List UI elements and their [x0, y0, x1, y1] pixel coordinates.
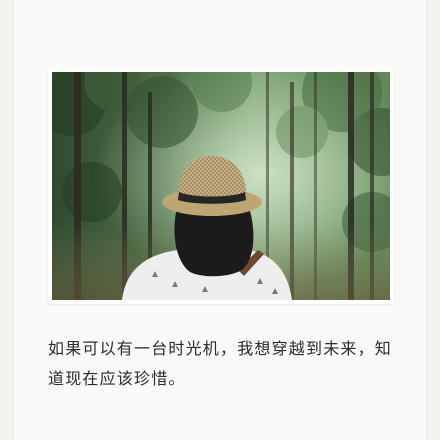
post-caption: 如果可以有一台时光机，我想穿越到未来，知道现在应该珍惜。	[48, 339, 393, 388]
photo-girl-straw-hat-forest-icon	[52, 72, 390, 300]
post-image-frame[interactable]	[48, 68, 394, 304]
